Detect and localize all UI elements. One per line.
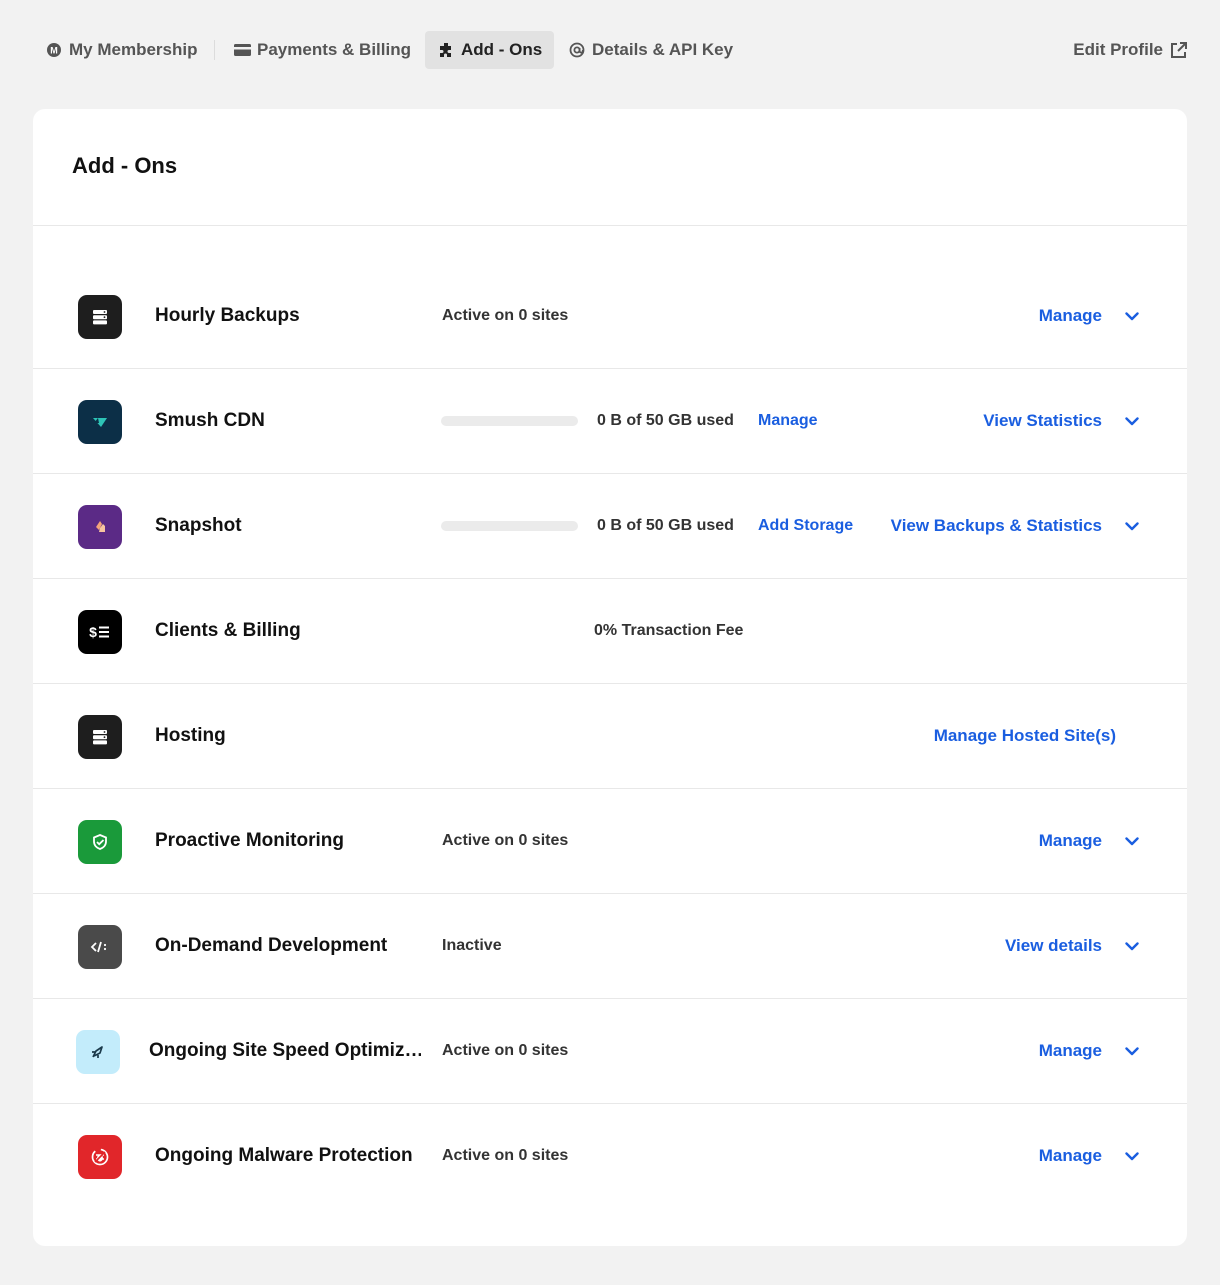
server-icon: [78, 295, 122, 339]
svg-text:$: $: [89, 624, 97, 640]
chevron-down-icon[interactable]: [1122, 936, 1142, 956]
tab-label: Details & API Key: [592, 40, 734, 59]
manage-link[interactable]: Manage: [1039, 789, 1102, 893]
usage-text: 0 B of 50 GB used: [597, 412, 734, 429]
dollar-list-icon: $: [78, 610, 122, 654]
chevron-down-icon[interactable]: [1122, 306, 1142, 326]
code-icon: [78, 925, 122, 969]
addon-status: Active on 0 sites: [442, 307, 569, 324]
server-icon: [78, 715, 122, 759]
addon-row-malware-protection: Ongoing Malware Protection Active on 0 s…: [33, 1104, 1187, 1208]
addon-name: Hosting: [155, 725, 226, 746]
card-icon: [233, 41, 251, 59]
account-tabs: M My Membership Payments & Billing Add -…: [33, 31, 1187, 69]
addon-row-snapshot: Snapshot 0 B of 50 GB used Add Storage V…: [33, 474, 1187, 579]
tab-my-membership[interactable]: M My Membership: [33, 31, 209, 69]
manage-link[interactable]: Manage: [1039, 1104, 1102, 1208]
add-ons-card: Add - Ons Hourly Backups Active on 0 sit…: [33, 109, 1187, 1246]
add-storage-link[interactable]: Add Storage: [758, 474, 853, 578]
chevron-down-icon[interactable]: [1122, 1146, 1142, 1166]
usage-text: 0 B of 50 GB used: [597, 517, 734, 534]
tab-label: Payments & Billing: [257, 40, 411, 59]
manage-hosted-sites-link[interactable]: Manage Hosted Site(s): [934, 684, 1116, 788]
manage-link[interactable]: Manage: [1039, 264, 1102, 368]
at-icon: [568, 41, 586, 59]
usage-progress-bar: [441, 521, 578, 531]
addon-name: Proactive Monitoring: [155, 830, 344, 851]
tab-divider: [214, 40, 215, 60]
shield-check-icon: [78, 820, 122, 864]
smush-icon: [78, 400, 122, 444]
view-backups-statistics-link[interactable]: View Backups & Statistics: [891, 474, 1102, 578]
tab-label: Add - Ons: [461, 40, 543, 59]
addon-name: On-Demand Development: [155, 935, 388, 956]
view-details-link[interactable]: View details: [1005, 894, 1102, 998]
card-header: Add - Ons: [33, 109, 1187, 226]
chevron-down-icon[interactable]: [1122, 1041, 1142, 1061]
transaction-fee-text: 0% Transaction Fee: [594, 622, 744, 639]
tab-add-ons[interactable]: Add - Ons: [425, 31, 555, 69]
edit-profile-link[interactable]: Edit Profile: [1073, 31, 1187, 69]
addon-row-hourly-backups: Hourly Backups Active on 0 sites Manage: [33, 264, 1187, 369]
addon-name: Ongoing Site Speed Optimiz…: [149, 1040, 421, 1061]
tab-label: My Membership: [69, 40, 198, 59]
rocket-icon: [76, 1030, 120, 1074]
addon-row-smush-cdn: Smush CDN 0 B of 50 GB used Manage View …: [33, 369, 1187, 474]
chevron-down-icon[interactable]: [1122, 516, 1142, 536]
addon-row-hosting: Hosting Manage Hosted Site(s): [33, 684, 1187, 789]
svg-text:M: M: [50, 46, 58, 56]
addon-row-site-speed-optimization: Ongoing Site Speed Optimiz… Active on 0 …: [33, 999, 1187, 1104]
bug-shield-icon: [78, 1135, 122, 1179]
add-ons-list: Hourly Backups Active on 0 sites Manage …: [33, 264, 1187, 1208]
addon-name: Hourly Backups: [155, 305, 300, 326]
edit-profile-label: Edit Profile: [1073, 40, 1163, 59]
view-statistics-link[interactable]: View Statistics: [983, 369, 1102, 473]
usage-progress-bar: [441, 416, 578, 426]
addon-name: Smush CDN: [155, 410, 265, 431]
snapshot-icon: [78, 505, 122, 549]
addon-row-proactive-monitoring: Proactive Monitoring Active on 0 sites M…: [33, 789, 1187, 894]
addon-row-on-demand-development: On-Demand Development Inactive View deta…: [33, 894, 1187, 999]
page-title: Add - Ons: [72, 153, 178, 178]
addon-name: Ongoing Malware Protection: [155, 1145, 413, 1166]
membership-icon: M: [45, 41, 63, 59]
addon-status: Active on 0 sites: [442, 1147, 569, 1164]
chevron-down-icon[interactable]: [1122, 831, 1142, 851]
manage-link[interactable]: Manage: [1039, 999, 1102, 1103]
manage-link[interactable]: Manage: [758, 369, 818, 473]
chevron-down-icon[interactable]: [1122, 411, 1142, 431]
tab-details-api-key[interactable]: Details & API Key: [556, 31, 745, 69]
addon-status: Active on 0 sites: [442, 1042, 569, 1059]
puzzle-icon: [437, 41, 455, 59]
tab-payments-billing[interactable]: Payments & Billing: [221, 31, 423, 69]
external-link-icon: [1170, 41, 1187, 59]
addon-name: Clients & Billing: [155, 620, 301, 641]
addon-row-clients-billing: $ Clients & Billing 0% Transaction Fee: [33, 579, 1187, 684]
addon-status: Active on 0 sites: [442, 832, 569, 849]
addon-name: Snapshot: [155, 515, 242, 536]
addon-status: Inactive: [442, 937, 502, 954]
